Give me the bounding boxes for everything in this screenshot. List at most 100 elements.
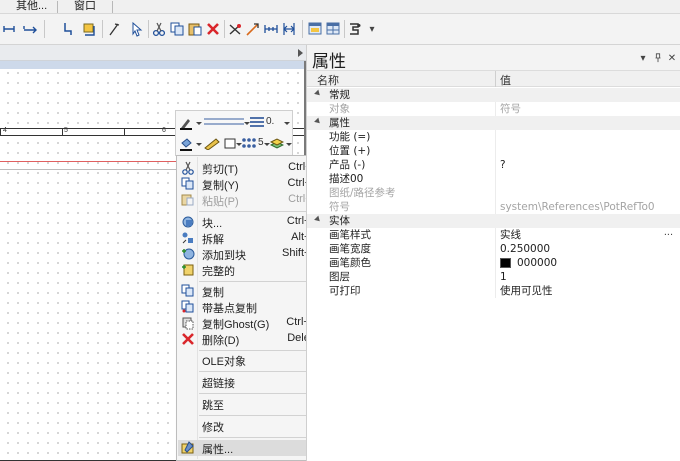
collapse-arrow-icon[interactable]	[298, 49, 303, 57]
grid-value[interactable]: 5	[258, 137, 264, 148]
align-horizontal-icon[interactable]	[262, 20, 280, 38]
property-value[interactable]: ?	[500, 158, 506, 172]
pick-tool-icon[interactable]	[106, 20, 124, 38]
line-width-value[interactable]: 0.	[266, 116, 274, 127]
menu-item-label: 拆解	[202, 234, 224, 246]
menu-item-label: 复制	[202, 287, 224, 299]
pin-icon[interactable]	[652, 52, 664, 64]
property-category-general[interactable]: 常规	[307, 88, 680, 102]
grid-dots-icon	[242, 138, 256, 148]
add-to-block-icon	[181, 247, 195, 261]
dropdown-arrow-icon[interactable]	[286, 143, 292, 146]
collapse-caret-icon[interactable]	[314, 117, 322, 126]
property-name: 位置 (+)	[329, 145, 371, 157]
mini-toolbar: 0. 5	[175, 110, 293, 156]
panel-dropdown-icon[interactable]: ▾	[637, 52, 649, 64]
property-row-symbol[interactable]: 符号 system\References\PotRefTo0	[307, 200, 680, 214]
paste-icon[interactable]	[186, 20, 204, 38]
menu-item-paste[interactable]: 粘贴(P) Ctrl+V	[178, 192, 325, 208]
mini-toolbar-row-line: 0.	[178, 113, 292, 133]
arrow-line-icon[interactable]	[22, 20, 40, 38]
cut-icon[interactable]	[150, 20, 168, 38]
property-row-layer[interactable]: 图层 1	[307, 270, 680, 284]
menu-item-modify[interactable]: 修改	[178, 418, 325, 434]
property-value[interactable]: 1	[500, 270, 507, 284]
property-name: 对象	[329, 103, 350, 115]
menu-item-block[interactable]: 块... Ctrl+G	[178, 214, 325, 230]
column-header-value[interactable]: 值	[500, 72, 511, 88]
property-value[interactable]: 使用可见性	[500, 284, 553, 298]
property-value[interactable]: 0.250000	[500, 242, 550, 256]
dropdown-arrow-icon[interactable]	[196, 143, 202, 146]
collapse-caret-icon[interactable]	[314, 89, 322, 98]
menu-window[interactable]: 窗口	[66, 0, 104, 14]
property-row-drawing-ref[interactable]: 图纸/路径参考	[307, 186, 680, 200]
property-value[interactable]: 000000	[517, 256, 557, 270]
cell-divider	[495, 172, 496, 186]
toolbar-overflow-button[interactable]: ▾	[363, 20, 381, 38]
menu-separator	[199, 393, 323, 394]
menu-item-ole-object[interactable]: OLE对象	[178, 352, 325, 368]
menu-item-duplicate[interactable]: 复制	[178, 283, 325, 299]
align-vertical-icon[interactable]	[280, 20, 298, 38]
network-icon[interactable]	[346, 20, 364, 38]
property-category-attributes[interactable]: 属性	[307, 116, 680, 130]
extend-box-icon[interactable]	[80, 20, 98, 38]
cell-divider	[495, 242, 496, 256]
trim-icon[interactable]	[60, 20, 78, 38]
cut-line-icon[interactable]	[244, 20, 262, 38]
property-row-object[interactable]: 对象 符号	[307, 102, 680, 116]
property-row-pen-style[interactable]: 画笔样式 实线 ...	[307, 226, 680, 242]
color-swatch[interactable]	[500, 258, 511, 268]
delete-icon[interactable]	[204, 20, 222, 38]
property-name: 可打印	[329, 285, 361, 297]
menu-item-hyperlink[interactable]: 超链接	[178, 374, 325, 390]
property-row-product[interactable]: 产品 (-) ?	[307, 158, 680, 172]
property-name: 符号	[329, 201, 350, 213]
menu-item-ghost-copy[interactable]: 复制Ghost(G) Ctrl+M	[178, 315, 325, 331]
layer-stack-icon[interactable]	[270, 137, 284, 150]
toolbar-separator	[44, 20, 45, 38]
split-icon[interactable]	[226, 20, 244, 38]
property-category-entity[interactable]: 实体	[307, 214, 680, 228]
cell-divider	[495, 144, 496, 158]
column-divider[interactable]	[495, 71, 496, 87]
properties-panel: 属性 ▾ ✕ 名称 值 常规 对象 符号 属性 功能 (=) 位置 (+) 产品…	[306, 45, 680, 461]
window-tile-icon[interactable]	[324, 20, 342, 38]
pointer-icon[interactable]	[128, 20, 146, 38]
menubar: 其他... 窗口	[0, 0, 680, 14]
menu-item-jump-to[interactable]: 跳至	[178, 396, 325, 412]
menu-item-properties[interactable]: 属性...	[178, 440, 325, 456]
menu-item-cut[interactable]: 剪切(T) Ctrl+X	[178, 160, 325, 176]
dropdown-arrow-icon[interactable]	[284, 122, 290, 125]
pencil-icon[interactable]	[204, 137, 224, 150]
copy-icon[interactable]	[168, 20, 186, 38]
property-row-function[interactable]: 功能 (=)	[307, 130, 680, 144]
line-style-preview[interactable]	[204, 117, 244, 127]
close-icon[interactable]: ✕	[666, 52, 678, 64]
join-line-icon[interactable]	[2, 20, 20, 38]
menu-item-copy[interactable]: 复制(Y) Ctrl+C	[178, 176, 325, 192]
property-row-pen-width[interactable]: 画笔宽度 0.250000	[307, 242, 680, 256]
collapse-caret-icon[interactable]	[314, 215, 322, 224]
menu-item-complete[interactable]: 完整的	[178, 262, 325, 278]
property-row-pen-color[interactable]: 画笔颜色 000000	[307, 256, 680, 270]
property-value[interactable]: 实线	[500, 228, 521, 242]
ellipsis-button[interactable]: ...	[664, 226, 673, 238]
property-row-location[interactable]: 位置 (+)	[307, 144, 680, 158]
menu-item-explode[interactable]: 拆解 Alt+G	[178, 230, 325, 246]
property-row-description[interactable]: 描述00	[307, 172, 680, 186]
dropdown-arrow-icon[interactable]	[196, 122, 202, 125]
window-stack-icon[interactable]	[306, 20, 324, 38]
property-name: 画笔颜色	[329, 257, 371, 269]
menu-item-add-to-block[interactable]: 添加到块 Shift+G	[178, 246, 325, 262]
column-header-name[interactable]: 名称	[317, 72, 339, 88]
menu-item-delete[interactable]: 删除(D) Delete	[178, 331, 325, 347]
property-row-printable[interactable]: 可打印 使用可见性	[307, 284, 680, 298]
pen-icon[interactable]	[179, 116, 193, 130]
menu-other[interactable]: 其他...	[8, 0, 55, 14]
menu-item-label: 跳至	[202, 400, 224, 412]
menu-item-label: 复制Ghost(G)	[202, 319, 270, 331]
fill-bucket-icon[interactable]	[179, 137, 193, 151]
menu-item-copy-base[interactable]: 带基点复制	[178, 299, 325, 315]
